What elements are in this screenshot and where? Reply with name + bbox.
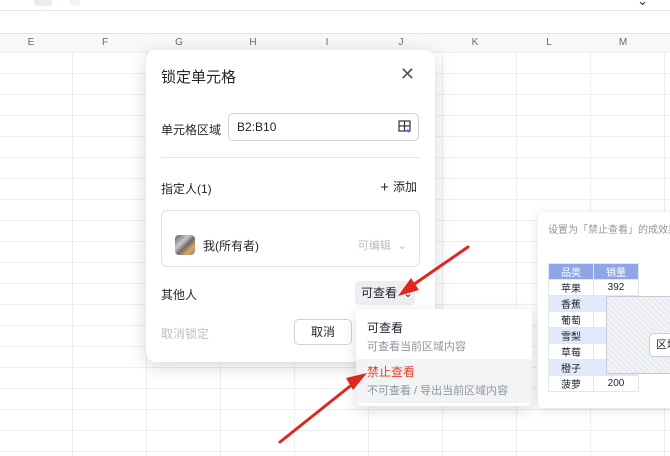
toolbar-button[interactable] [70, 0, 80, 6]
assignees-label: 指定人(1) [161, 182, 212, 196]
avatar [175, 235, 195, 255]
menu-item-subtitle: 不可查看 / 导出当前区域内容 [367, 385, 509, 397]
cancel-button[interactable]: 取消 [294, 319, 352, 345]
table-row: 苹果 392 [548, 279, 639, 296]
menu-item-subtitle: 可查看当前区域内容 [367, 341, 466, 353]
others-label: 其他人 [161, 288, 198, 302]
menu-item-view[interactable]: 可查看 可查看当前区域内容 [356, 315, 532, 359]
table-cell: 品类 [548, 263, 594, 280]
add-assignee-button[interactable]: + 添加 [380, 178, 417, 196]
range-label: 单元格区域 [161, 123, 222, 137]
plus-icon: + [380, 179, 389, 196]
chevron-down-icon: ⌄ [403, 288, 413, 300]
table-cell: 橙子 [548, 359, 594, 376]
column-header-k[interactable]: K [438, 34, 512, 52]
table-cell: 苹果 [548, 279, 594, 296]
table-cell: 销量 [593, 263, 639, 280]
divider [161, 157, 420, 158]
table-row: 菠萝 200 [548, 375, 639, 392]
table-cell: 雪梨 [548, 327, 594, 344]
chevron-down-icon: ⌄ [397, 240, 407, 252]
table-cell: 392 [593, 279, 639, 296]
table-cell: 草莓 [548, 343, 594, 360]
toolbar-button[interactable] [34, 0, 52, 6]
table-cell: 葡萄 [548, 311, 594, 328]
others-permission-dropdown[interactable]: 可查看 ⌄ [355, 281, 415, 305]
preview-description: 设置为「禁止查看」的成效果 [548, 225, 670, 236]
range-value: B2:B10 [237, 120, 277, 134]
table-cell: 200 [593, 375, 639, 392]
close-icon[interactable]: ✕ [400, 64, 415, 84]
owner-name: 我(所有者) [203, 239, 259, 253]
others-permission-label: 可查看 [361, 286, 398, 300]
table-cell: 菠萝 [548, 375, 594, 392]
toolbar-glyph-icon[interactable]: ⌄ [637, 0, 648, 9]
add-label: 添加 [392, 180, 417, 194]
select-range-icon[interactable] [398, 120, 412, 134]
owner-permission-dropdown: 可编辑 ⌄ [358, 237, 407, 253]
preview-badge: 区域 [649, 333, 670, 357]
column-header-f[interactable]: F [68, 34, 142, 52]
table-cell: 香蕉 [548, 295, 594, 312]
owner-permission-label: 可编辑 [357, 240, 391, 252]
table-row: 品类 销量 [548, 263, 639, 280]
effect-preview-card: 设置为「禁止查看」的成效果 品类销量 苹果392 香蕉 葡萄 雪梨 草莓 橙子2… [538, 212, 670, 408]
unlock-button: 取消锁定 [161, 327, 210, 341]
menu-item-forbid-view[interactable]: 禁止查看 不可查看 / 导出当前区域内容 [356, 359, 532, 403]
column-header-m[interactable]: M [586, 34, 660, 52]
menu-item-title: 禁止查看 [367, 365, 416, 379]
column-header-e[interactable]: E [0, 34, 62, 52]
range-input[interactable]: B2:B10 [228, 113, 419, 141]
assignee-list: 我(所有者) 可编辑 ⌄ [161, 210, 420, 267]
permission-menu: 可查看 可查看当前区域内容 禁止查看 不可查看 / 导出当前区域内容 [356, 309, 532, 406]
column-header-l[interactable]: L [512, 34, 586, 52]
dialog-title: 锁定单元格 [161, 69, 237, 86]
menu-item-title: 可查看 [367, 321, 404, 335]
top-toolbar: ⌄ [0, 0, 670, 11]
